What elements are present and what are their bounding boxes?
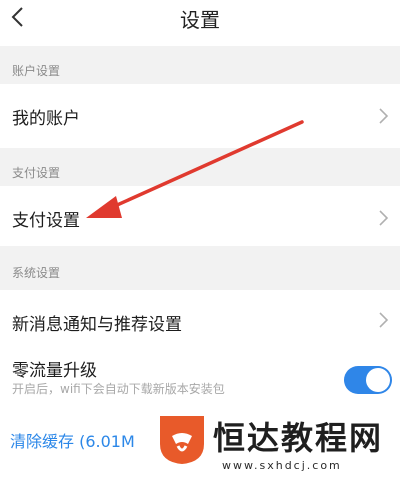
row-label-notifications: 新消息通知与推荐设置 [12,315,182,335]
section-label-system: 系统设置 [12,266,61,280]
section-label-payment: 支付设置 [12,166,61,180]
toggle-knob [366,368,390,392]
zero-traffic-toggle[interactable] [344,366,392,394]
watermark-title: 恒达教程网 [213,419,384,457]
section-header-account: 账户设置 [0,46,400,84]
row-label-zero-traffic: 零流量升级 [12,361,97,381]
top-bar: 设置 [0,0,400,46]
section-header-system: 系统设置 [0,246,400,290]
row-notifications[interactable]: 新消息通知与推荐设置 [0,290,400,350]
zero-traffic-hint: 开启后，wifi下会自动下载新版本安装包 [12,382,225,396]
chevron-right-icon [379,108,389,124]
watermark-url: www.sxhdcj.com [222,459,342,472]
row-payment-settings[interactable]: 支付设置 [0,186,400,246]
section-header-payment: 支付设置 [0,148,400,186]
chevron-right-icon [379,210,389,226]
row-label-my-account: 我的账户 [12,109,80,129]
section-label-account: 账户设置 [12,64,61,78]
row-my-account[interactable]: 我的账户 [0,84,400,148]
chevron-right-icon [379,312,389,328]
clear-cache-link[interactable]: 清除缓存 (6.01M [10,428,135,452]
watermark-logo-icon [160,416,204,464]
page-title: 设置 [180,8,220,32]
row-label-payment-settings: 支付设置 [12,211,80,231]
row-zero-traffic-upgrade: 零流量升级 开启后，wifi下会自动下载新版本安装包 [0,350,400,416]
